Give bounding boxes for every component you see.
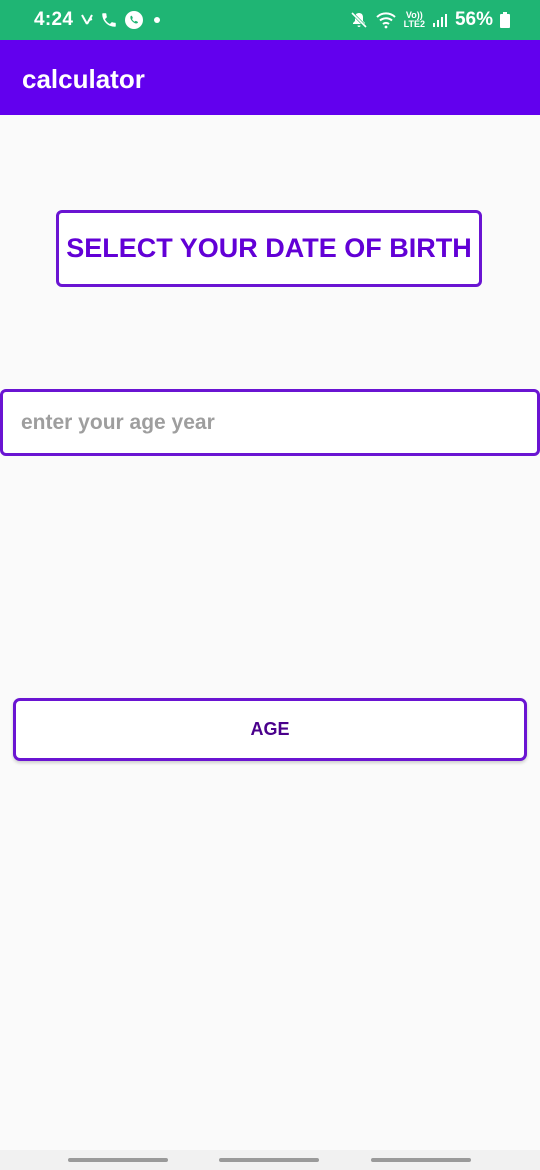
navigation-bar: [0, 1150, 540, 1170]
app-title: calculator: [22, 64, 145, 94]
select-date-of-birth-button[interactable]: SELECT YOUR DATE OF BIRTH: [56, 210, 482, 287]
battery-percent: 56%: [454, 9, 493, 30]
age-button[interactable]: AGE: [13, 698, 527, 761]
status-notification-icons: [80, 8, 164, 32]
nav-recents-button[interactable]: [68, 1158, 168, 1162]
nav-back-button[interactable]: [371, 1158, 471, 1162]
status-time: 4:24: [34, 9, 74, 30]
age-year-input[interactable]: [0, 389, 540, 456]
nav-home-button[interactable]: [219, 1158, 319, 1162]
whatsapp-icon: [124, 10, 144, 30]
network-type-label: Vo)) LTE2: [404, 11, 425, 29]
signal-icon: [432, 12, 448, 28]
wifi-icon: [375, 11, 397, 29]
status-system-icons: Vo)) LTE2 56%: [350, 8, 510, 32]
app-bar: calculator: [0, 40, 540, 115]
age-button-label: AGE: [250, 719, 290, 739]
battery-icon: [500, 12, 510, 28]
lte-label: LTE2: [403, 19, 425, 29]
select-date-of-birth-label: SELECT YOUR DATE OF BIRTH: [66, 233, 472, 263]
mute-icon: [350, 11, 368, 29]
status-bar: 4:24 Vo)) LTE2 56%: [0, 0, 540, 40]
call-icon: [100, 11, 118, 29]
missed-call-icon: [80, 12, 94, 28]
dot-icon: [150, 13, 164, 27]
